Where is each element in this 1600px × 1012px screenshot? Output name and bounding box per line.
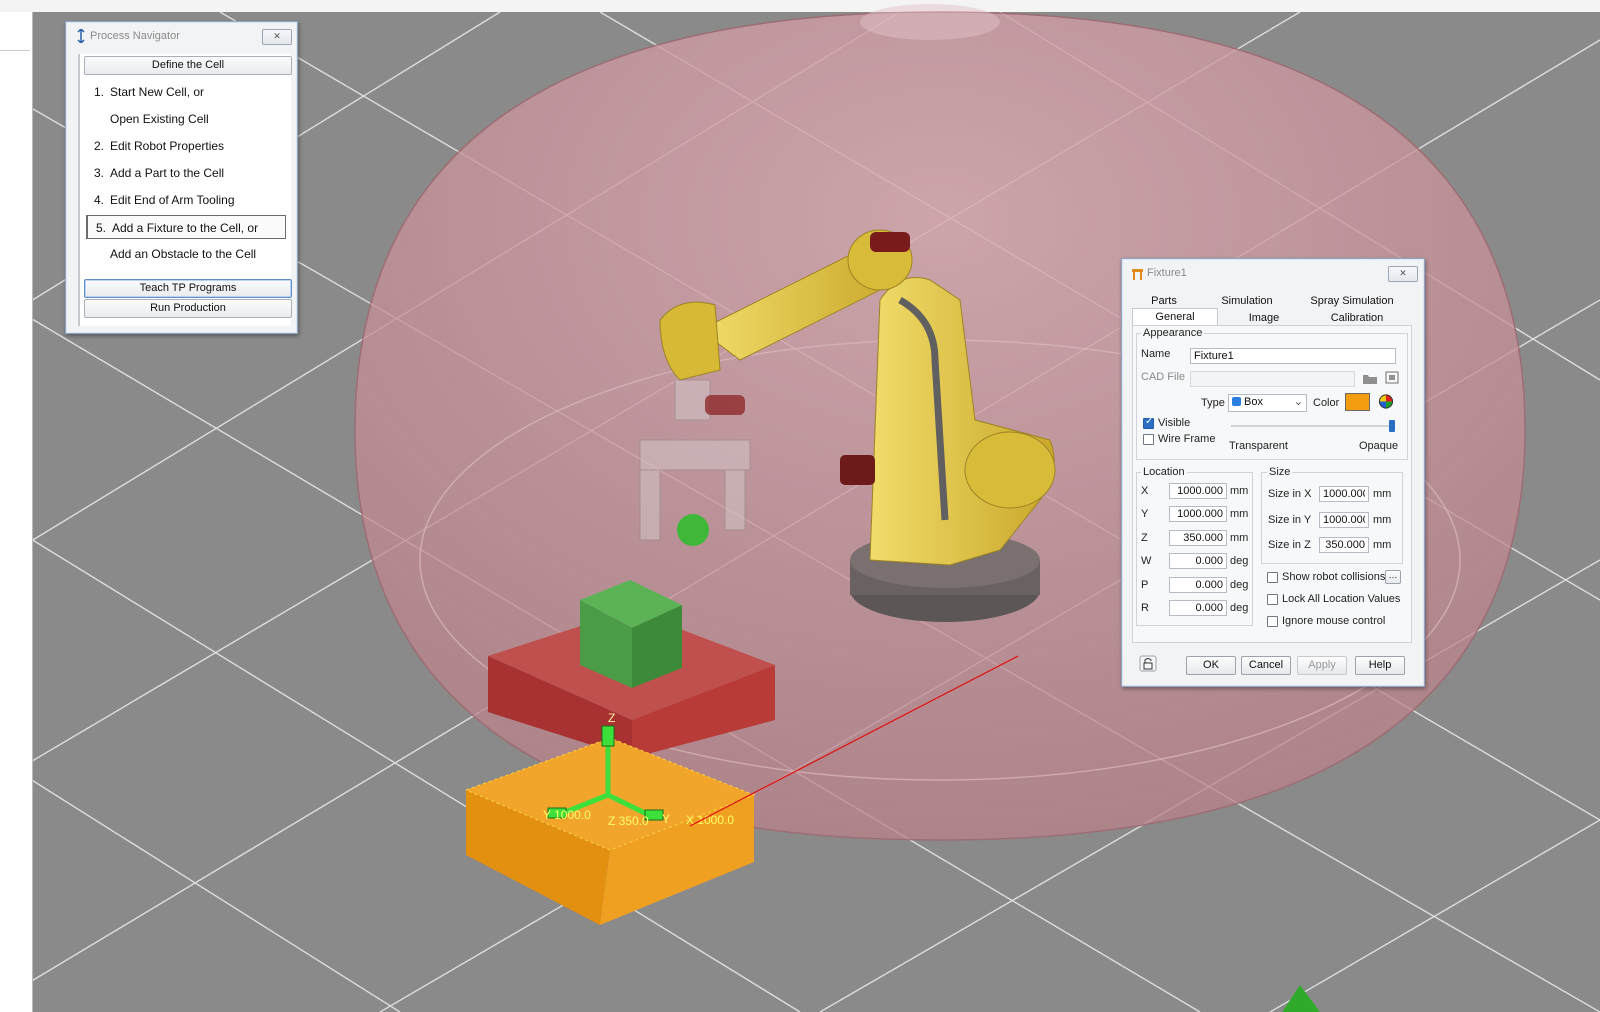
step-add-part[interactable]: 3. Add a Part to the Cell <box>86 161 286 185</box>
ignore-mouse-label: Ignore mouse control <box>1282 615 1386 627</box>
location-row-x: Xmm <box>1141 483 1251 501</box>
opacity-track <box>1231 425 1393 427</box>
step-open-existing-cell[interactable]: Open Existing Cell <box>86 107 286 131</box>
location-y-input[interactable] <box>1169 506 1227 522</box>
fixture-dialog-titlebar[interactable]: Fixture1 ✕ <box>1122 259 1424 287</box>
fixture-dialog-title: Fixture1 <box>1147 267 1187 279</box>
process-navigator-titlebar[interactable]: Process Navigator ✕ <box>66 22 297 50</box>
location-p-input[interactable] <box>1169 577 1227 593</box>
visible-label: Visible <box>1158 417 1191 429</box>
appearance-label: Appearance <box>1141 327 1205 339</box>
tab-general[interactable]: General <box>1132 308 1218 325</box>
location-row-p: Pdeg <box>1141 577 1251 595</box>
reach-envelope-highlight <box>860 4 1000 40</box>
tab-simulation[interactable]: Simulation <box>1212 293 1282 309</box>
wireframe-label: Wire Frame <box>1158 433 1216 445</box>
opaque-label: Opaque <box>1359 440 1399 452</box>
color-swatch[interactable] <box>1345 393 1370 411</box>
type-select[interactable]: Box ⌄ <box>1228 394 1307 412</box>
color-wheel-icon[interactable] <box>1377 393 1395 410</box>
tab-parts[interactable]: Parts <box>1136 293 1192 309</box>
navigator-icon <box>77 29 85 43</box>
close-icon[interactable]: ✕ <box>1388 266 1418 282</box>
help-button[interactable]: Help <box>1355 656 1405 675</box>
chevron-down-icon: ⌄ <box>1293 396 1303 408</box>
z-axis-label: Z <box>608 711 615 725</box>
location-x-input[interactable] <box>1169 483 1227 499</box>
type-label: Type <box>1201 397 1225 409</box>
general-tab-panel: Appearance Name CAD File Type Box ⌄ Colo… <box>1132 325 1412 643</box>
wireframe-checkbox[interactable] <box>1143 434 1154 445</box>
step-edit-eoat[interactable]: 4. Edit End of Arm Tooling <box>86 188 286 212</box>
cad-file-input[interactable] <box>1190 371 1355 387</box>
y-axis-label: Y <box>662 812 670 826</box>
fixture-properties-dialog[interactable]: Fixture1 ✕ Parts Simulation Spray Simula… <box>1121 258 1425 687</box>
step-edit-robot-properties[interactable]: 2. Edit Robot Properties <box>86 134 286 158</box>
define-cell-button[interactable]: Define the Cell <box>84 56 292 75</box>
run-production-button[interactable]: Run Production <box>84 299 292 318</box>
location-z-input[interactable] <box>1169 530 1227 546</box>
show-collisions-checkbox[interactable] <box>1267 572 1278 583</box>
size-label: Size <box>1267 466 1293 478</box>
lock-location-label: Lock All Location Values <box>1282 593 1401 605</box>
collision-options-button[interactable]: … <box>1385 570 1401 584</box>
process-navigator-title: Process Navigator <box>90 30 180 42</box>
name-label: Name <box>1141 348 1171 360</box>
tab-image[interactable]: Image <box>1222 310 1306 326</box>
apply-button[interactable]: Apply <box>1297 656 1347 675</box>
cancel-button[interactable]: Cancel <box>1241 656 1291 675</box>
transparent-label: Transparent <box>1229 440 1288 452</box>
y-dimension-label: Y 1000.0 <box>543 808 591 822</box>
ok-button[interactable]: OK <box>1186 656 1236 675</box>
z-dimension-label: Z 350.0 <box>608 814 649 828</box>
size-z-input[interactable] <box>1319 537 1369 553</box>
close-icon[interactable]: ✕ <box>262 29 292 45</box>
step-add-fixture[interactable]: 5. Add a Fixture to the Cell, or <box>86 215 286 239</box>
opacity-slider[interactable] <box>1231 420 1395 434</box>
tab-calibration[interactable]: Calibration <box>1312 310 1402 326</box>
tab-spray-simulation[interactable]: Spray Simulation <box>1302 293 1402 309</box>
location-row-z: Zmm <box>1141 530 1251 548</box>
step-add-obstacle[interactable]: Add an Obstacle to the Cell <box>86 242 286 266</box>
location-r-input[interactable] <box>1169 600 1227 616</box>
name-input[interactable] <box>1190 348 1396 364</box>
location-row-y: Ymm <box>1141 506 1251 524</box>
left-dock-panel <box>0 12 33 1012</box>
ignore-mouse-checkbox[interactable] <box>1267 616 1278 627</box>
location-label: Location <box>1141 466 1187 478</box>
size-row-y: Size in Ymm <box>1268 512 1398 530</box>
visible-checkbox[interactable] <box>1143 416 1154 429</box>
cad-file-label: CAD File <box>1141 371 1186 383</box>
size-x-input[interactable] <box>1319 486 1369 502</box>
folder-icon[interactable] <box>1361 370 1379 387</box>
size-row-x: Size in Xmm <box>1268 486 1398 504</box>
location-w-input[interactable] <box>1169 553 1227 569</box>
size-y-input[interactable] <box>1319 512 1369 528</box>
lock-location-checkbox[interactable] <box>1267 594 1278 605</box>
box-icon <box>1232 397 1241 406</box>
location-row-r: Rdeg <box>1141 600 1251 618</box>
fixture-icon <box>1132 269 1143 280</box>
opacity-thumb[interactable] <box>1389 420 1395 432</box>
color-label: Color <box>1313 397 1340 409</box>
process-navigator-window[interactable]: Process Navigator ✕ Define the Cell 1. St… <box>65 21 298 334</box>
show-collisions-label: Show robot collisions <box>1282 571 1386 583</box>
navigator-steps-panel: Define the Cell 1. Start New Cell, or Ope… <box>78 54 292 326</box>
location-row-w: Wdeg <box>1141 553 1251 571</box>
size-row-z: Size in Zmm <box>1268 537 1398 555</box>
lock-icon[interactable] <box>1139 655 1157 672</box>
cad-library-icon[interactable] <box>1383 369 1401 386</box>
teach-tp-programs-button[interactable]: Teach TP Programs <box>84 279 292 298</box>
step-start-new-cell[interactable]: 1. Start New Cell, or <box>86 80 286 104</box>
top-bar <box>0 0 1600 12</box>
